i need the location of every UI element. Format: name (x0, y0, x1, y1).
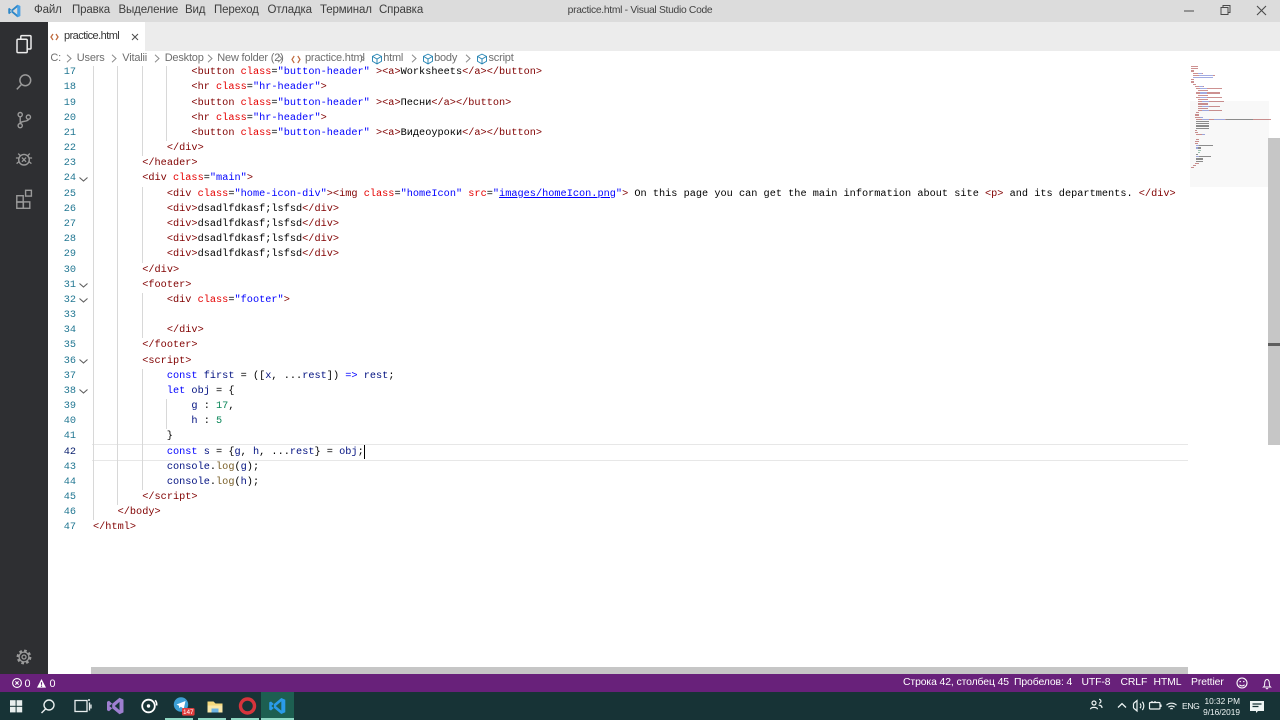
svg-text:0: 0 (50, 678, 56, 690)
svg-text:0: 0 (25, 678, 31, 690)
svg-text:147: 147 (183, 709, 194, 716)
